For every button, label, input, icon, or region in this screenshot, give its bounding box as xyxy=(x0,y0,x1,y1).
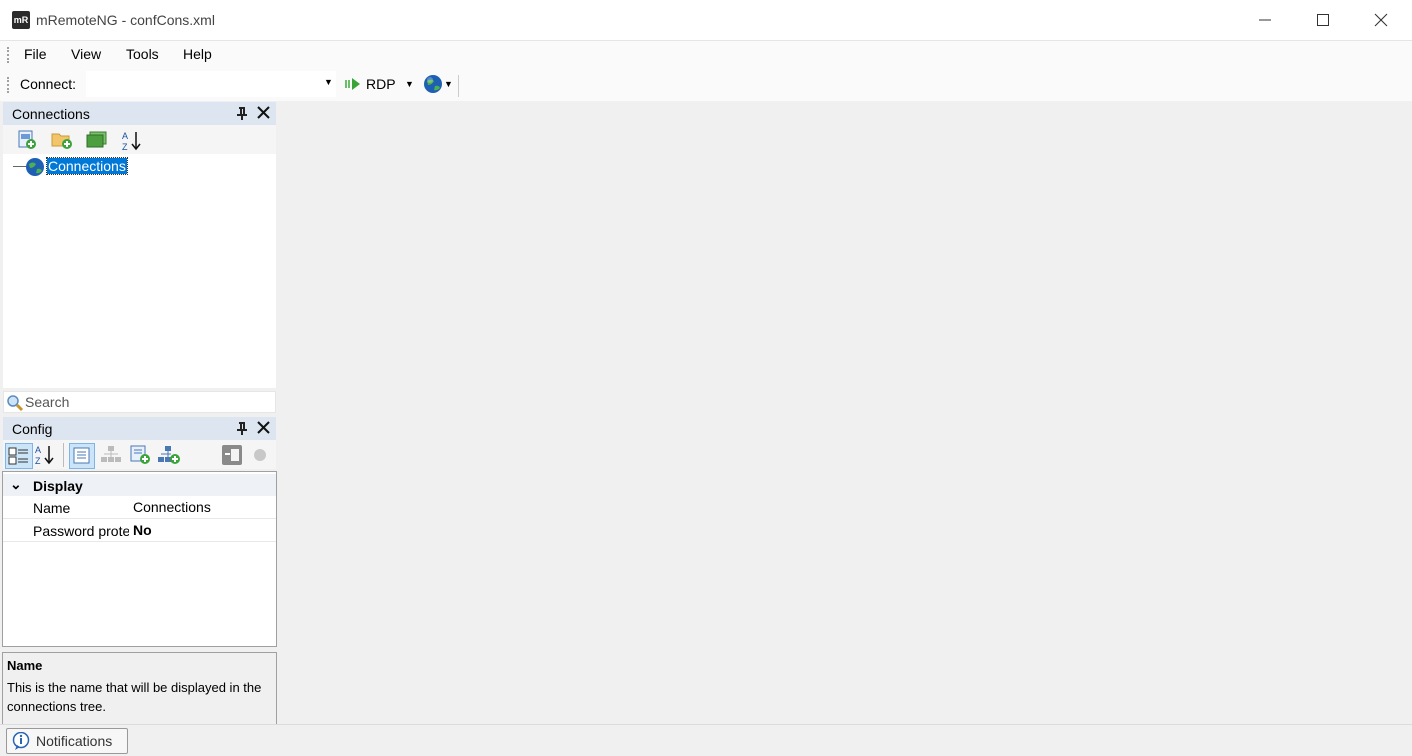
config-toolbar-separator xyxy=(63,443,64,467)
category-label: Display xyxy=(33,478,83,494)
connections-tree[interactable]: Connections xyxy=(3,154,276,388)
property-value[interactable]: Connections xyxy=(133,499,211,515)
new-folder-icon[interactable] xyxy=(51,130,73,153)
svg-text:A: A xyxy=(35,445,41,455)
status-circle-icon xyxy=(253,448,267,465)
new-connection-icon[interactable] xyxy=(17,130,37,153)
connect-combo[interactable] xyxy=(86,71,336,97)
globe-dropdown-icon[interactable]: ▼ xyxy=(444,79,453,89)
categorized-view-button[interactable] xyxy=(5,443,33,469)
property-name: Password protect xyxy=(33,523,129,539)
toolbar-separator xyxy=(458,75,459,97)
categorized-icon xyxy=(8,447,28,465)
category-expander-icon[interactable]: ⌄ xyxy=(10,476,22,493)
search-icon xyxy=(6,394,24,415)
search-placeholder: Search xyxy=(25,394,70,410)
property-row-name[interactable]: Name Connections xyxy=(3,496,276,519)
app-logo: mR xyxy=(12,11,30,29)
view-toggle-icon[interactable] xyxy=(86,130,108,153)
notifications-tab[interactable]: Notifications xyxy=(6,728,128,754)
close-icon xyxy=(1374,13,1388,27)
description-text: This is the name that will be displayed … xyxy=(7,680,262,714)
description-title: Name xyxy=(7,658,43,673)
config-panel-close-icon[interactable] xyxy=(257,421,270,437)
quick-connect-toolbar: Connect: ▼ RDP ▼ ▼ xyxy=(0,69,1412,101)
properties-icon xyxy=(73,447,90,464)
protocol-dropdown-icon[interactable]: ▼ xyxy=(405,79,414,89)
close-button[interactable] xyxy=(1352,0,1410,40)
minimize-button[interactable] xyxy=(1236,0,1294,40)
maximize-icon xyxy=(1317,14,1329,26)
connections-toolbar: AZ xyxy=(3,125,276,154)
config-pin-icon[interactable] xyxy=(236,421,248,438)
default-properties-icon[interactable] xyxy=(130,445,152,468)
connect-arrow-icon[interactable] xyxy=(344,75,362,96)
property-row-password-protect[interactable]: Password protect No xyxy=(3,519,276,542)
svg-text:Z: Z xyxy=(35,456,41,466)
properties-view-button[interactable] xyxy=(69,443,95,469)
connections-panel-close-icon[interactable] xyxy=(257,106,270,122)
globe-icon[interactable] xyxy=(422,73,444,98)
protocol-button[interactable]: RDP xyxy=(366,76,396,92)
tree-item-connections[interactable]: Connections xyxy=(46,157,128,175)
info-icon xyxy=(11,731,31,753)
svg-text:A: A xyxy=(122,131,128,141)
connections-panel-header: Connections xyxy=(3,102,276,125)
toolbar-grip xyxy=(7,77,11,93)
property-grid[interactable]: ⌄ Display Name Connections Password prot… xyxy=(2,471,277,647)
maximize-button[interactable] xyxy=(1294,0,1352,40)
pin-icon[interactable] xyxy=(236,106,248,123)
menu-file[interactable]: File xyxy=(24,46,47,62)
sort-ascending-icon[interactable]: AZ xyxy=(121,130,143,155)
property-value[interactable]: No xyxy=(133,522,152,538)
menu-help[interactable]: Help xyxy=(183,46,212,62)
svg-text:Z: Z xyxy=(122,142,128,152)
inheritance-icon[interactable] xyxy=(100,445,122,468)
alphabetical-sort-icon[interactable]: AZ xyxy=(34,443,56,470)
title-bar: mR mRemoteNG - confCons.xml xyxy=(0,0,1412,41)
status-bar: Notifications xyxy=(0,724,1412,756)
property-description: Name This is the name that will be displ… xyxy=(2,652,277,725)
mremoteng-icon[interactable] xyxy=(222,445,242,468)
default-inheritance-icon[interactable] xyxy=(157,445,181,468)
connect-dropdown-icon[interactable]: ▼ xyxy=(324,77,333,87)
category-display[interactable]: ⌄ Display xyxy=(3,474,276,496)
connections-panel-title: Connections xyxy=(12,106,90,122)
connect-label: Connect: xyxy=(20,76,77,92)
connection-workspace[interactable] xyxy=(279,101,1412,724)
menu-bar: File View Tools Help xyxy=(0,41,1412,69)
notifications-label: Notifications xyxy=(36,733,113,749)
tree-root-globe-icon xyxy=(25,157,45,180)
config-panel-header: Config xyxy=(3,417,276,440)
property-name: Name xyxy=(33,500,71,516)
connections-search-box[interactable]: Search xyxy=(3,391,276,413)
config-panel-title: Config xyxy=(12,421,53,437)
menu-view[interactable]: View xyxy=(71,46,101,62)
minimize-icon xyxy=(1259,19,1271,21)
menu-grip xyxy=(7,47,11,63)
window-title: mRemoteNG - confCons.xml xyxy=(36,12,215,28)
config-toolbar: AZ xyxy=(3,440,276,469)
menu-tools[interactable]: Tools xyxy=(126,46,159,62)
